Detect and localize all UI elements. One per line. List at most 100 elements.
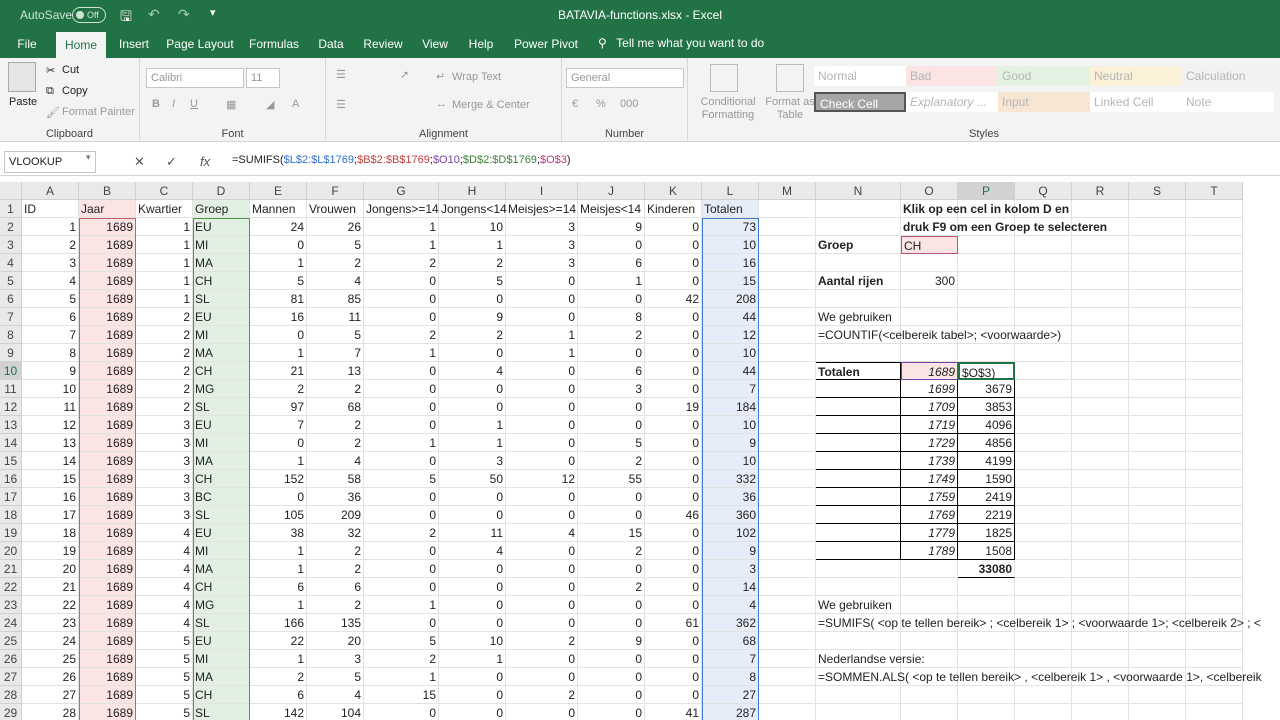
year-cell[interactable]: 1709 [901, 398, 958, 416]
column-title[interactable]: Groep [193, 200, 250, 218]
cell[interactable] [901, 632, 958, 650]
table-cell[interactable]: 46 [645, 506, 702, 524]
table-cell[interactable]: 1 [364, 236, 439, 254]
table-cell[interactable]: 2 [250, 380, 307, 398]
table-cell[interactable]: 12 [702, 326, 759, 344]
style-calculation[interactable]: Calculation [1182, 66, 1274, 86]
cell[interactable] [759, 218, 816, 236]
style-explanatory[interactable]: Explanatory ... [906, 92, 998, 112]
cell[interactable] [1186, 200, 1243, 218]
note-text[interactable]: We gebruiken [816, 596, 901, 614]
table-cell[interactable]: CH [193, 470, 250, 488]
column-title[interactable]: Jaar [79, 200, 136, 218]
column-title[interactable]: Kinderen [645, 200, 702, 218]
tab-home[interactable]: Home [56, 32, 106, 58]
column-title[interactable]: ID [22, 200, 79, 218]
table-cell[interactable]: MA [193, 344, 250, 362]
cell[interactable] [1129, 416, 1186, 434]
table-cell[interactable]: 4 [136, 542, 193, 560]
cell[interactable] [816, 560, 901, 578]
cut-button[interactable]: Cut [62, 64, 79, 76]
cell[interactable] [1129, 578, 1186, 596]
cell[interactable] [1186, 290, 1243, 308]
table-cell[interactable]: 0 [645, 470, 702, 488]
table-cell[interactable]: 152 [250, 470, 307, 488]
row-header[interactable]: 24 [0, 614, 22, 632]
paste-icon[interactable] [8, 62, 36, 92]
cell[interactable] [1186, 506, 1243, 524]
table-cell[interactable]: MI [193, 236, 250, 254]
table-cell[interactable]: CH [193, 686, 250, 704]
instruction-text[interactable]: druk F9 om een Groep te selecteren [901, 218, 1107, 236]
cell[interactable] [1015, 578, 1072, 596]
cell[interactable] [1129, 308, 1186, 326]
cell[interactable] [759, 398, 816, 416]
table-cell[interactable]: 14 [22, 452, 79, 470]
cell[interactable] [759, 452, 816, 470]
table-cell[interactable]: 3 [136, 416, 193, 434]
table-cell[interactable]: 0 [645, 686, 702, 704]
row-header[interactable]: 25 [0, 632, 22, 650]
table-cell[interactable]: 68 [702, 632, 759, 650]
currency-icon[interactable]: € [572, 98, 578, 110]
table-cell[interactable]: 3 [136, 470, 193, 488]
cell[interactable] [759, 596, 816, 614]
cell[interactable] [759, 308, 816, 326]
bracket-cell[interactable] [816, 488, 901, 506]
table-cell[interactable]: 3 [136, 488, 193, 506]
cell[interactable] [1015, 704, 1072, 720]
cell[interactable] [1072, 704, 1129, 720]
cell[interactable] [816, 686, 901, 704]
cell[interactable] [958, 704, 1015, 720]
table-cell[interactable]: 4 [307, 452, 364, 470]
total-cell[interactable]: 2219 [958, 506, 1015, 524]
cell[interactable] [1072, 236, 1129, 254]
cell[interactable] [1129, 362, 1186, 380]
cell[interactable] [1129, 326, 1186, 344]
table-cell[interactable]: 0 [506, 362, 578, 380]
table-cell[interactable]: 1 [250, 542, 307, 560]
total-cell[interactable]: 1825 [958, 524, 1015, 542]
row-header[interactable]: 15 [0, 452, 22, 470]
table-cell[interactable]: 0 [578, 236, 645, 254]
table-cell[interactable]: 0 [364, 290, 439, 308]
row-header[interactable]: 28 [0, 686, 22, 704]
table-cell[interactable]: 7 [250, 416, 307, 434]
cell[interactable] [1129, 686, 1186, 704]
copy-button[interactable]: Copy [62, 85, 88, 97]
table-cell[interactable]: 0 [506, 578, 578, 596]
table-cell[interactable]: 18 [22, 524, 79, 542]
column-header-k[interactable]: K [645, 182, 702, 200]
table-cell[interactable]: 27 [702, 686, 759, 704]
table-cell[interactable]: 1689 [79, 650, 136, 668]
select-all-corner[interactable] [0, 182, 22, 200]
table-cell[interactable]: 5 [136, 668, 193, 686]
row-header[interactable]: 16 [0, 470, 22, 488]
table-cell[interactable]: MI [193, 650, 250, 668]
table-cell[interactable]: 1689 [79, 362, 136, 380]
cell[interactable] [816, 200, 901, 218]
cell[interactable] [759, 506, 816, 524]
name-box-dropdown-icon[interactable]: ▾ [86, 152, 91, 163]
cancel-icon[interactable]: ✕ [134, 154, 145, 170]
table-cell[interactable]: 0 [506, 668, 578, 686]
total-cell[interactable]: 4096 [958, 416, 1015, 434]
table-cell[interactable]: 24 [250, 218, 307, 236]
table-cell[interactable]: 0 [645, 578, 702, 596]
cell[interactable] [1072, 362, 1129, 380]
table-cell[interactable]: 1689 [79, 218, 136, 236]
column-header-c[interactable]: C [136, 182, 193, 200]
table-cell[interactable]: 0 [645, 380, 702, 398]
table-cell[interactable]: 15 [22, 470, 79, 488]
table-cell[interactable]: 1689 [79, 254, 136, 272]
table-cell[interactable]: 9 [702, 434, 759, 452]
cell[interactable] [759, 704, 816, 720]
cell[interactable] [1129, 632, 1186, 650]
column-header-i[interactable]: I [506, 182, 578, 200]
table-cell[interactable]: 3 [136, 452, 193, 470]
table-cell[interactable]: MG [193, 380, 250, 398]
table-cell[interactable]: 332 [702, 470, 759, 488]
row-header[interactable]: 2 [0, 218, 22, 236]
total-cell[interactable]: 1590 [958, 470, 1015, 488]
table-cell[interactable]: 4 [307, 686, 364, 704]
